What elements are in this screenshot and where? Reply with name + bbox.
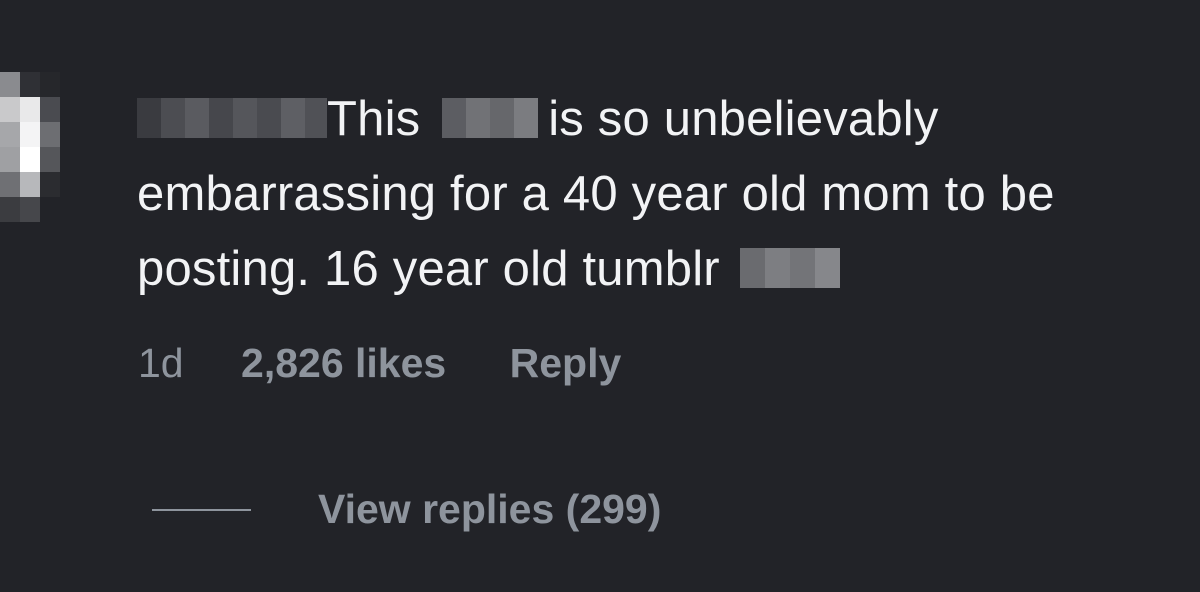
comment-meta: 1d 2,826 likes Reply [138,340,621,387]
redacted-word [739,248,840,289]
comment-line-1: This is so unbelievably [137,82,1200,157]
avatar[interactable] [0,72,80,222]
comment-text: This is so unbelievably embarrassing for… [137,82,1200,307]
comment-line-2: embarrassing for a 40 year old mom to be [137,167,1055,221]
redacted-word [442,98,539,139]
view-replies-button[interactable]: View replies (299) [318,486,661,533]
comment-text-rest: is so unbelievably [548,92,939,146]
replies-divider [152,508,251,511]
comment-text-line3: posting. 16 year old tumblr [137,242,720,296]
comment-body: This is so unbelievably embarrassing for… [137,82,1200,307]
comment-line-3: posting. 16 year old tumblr [137,232,1200,307]
view-replies-row: View replies (299) [152,486,661,533]
likes-count[interactable]: 2,826 likes [241,340,446,386]
reply-button[interactable]: Reply [510,340,622,386]
comment-text-this: This [327,92,421,146]
redacted-username[interactable] [137,98,327,139]
comment-timestamp: 1d [138,340,184,386]
